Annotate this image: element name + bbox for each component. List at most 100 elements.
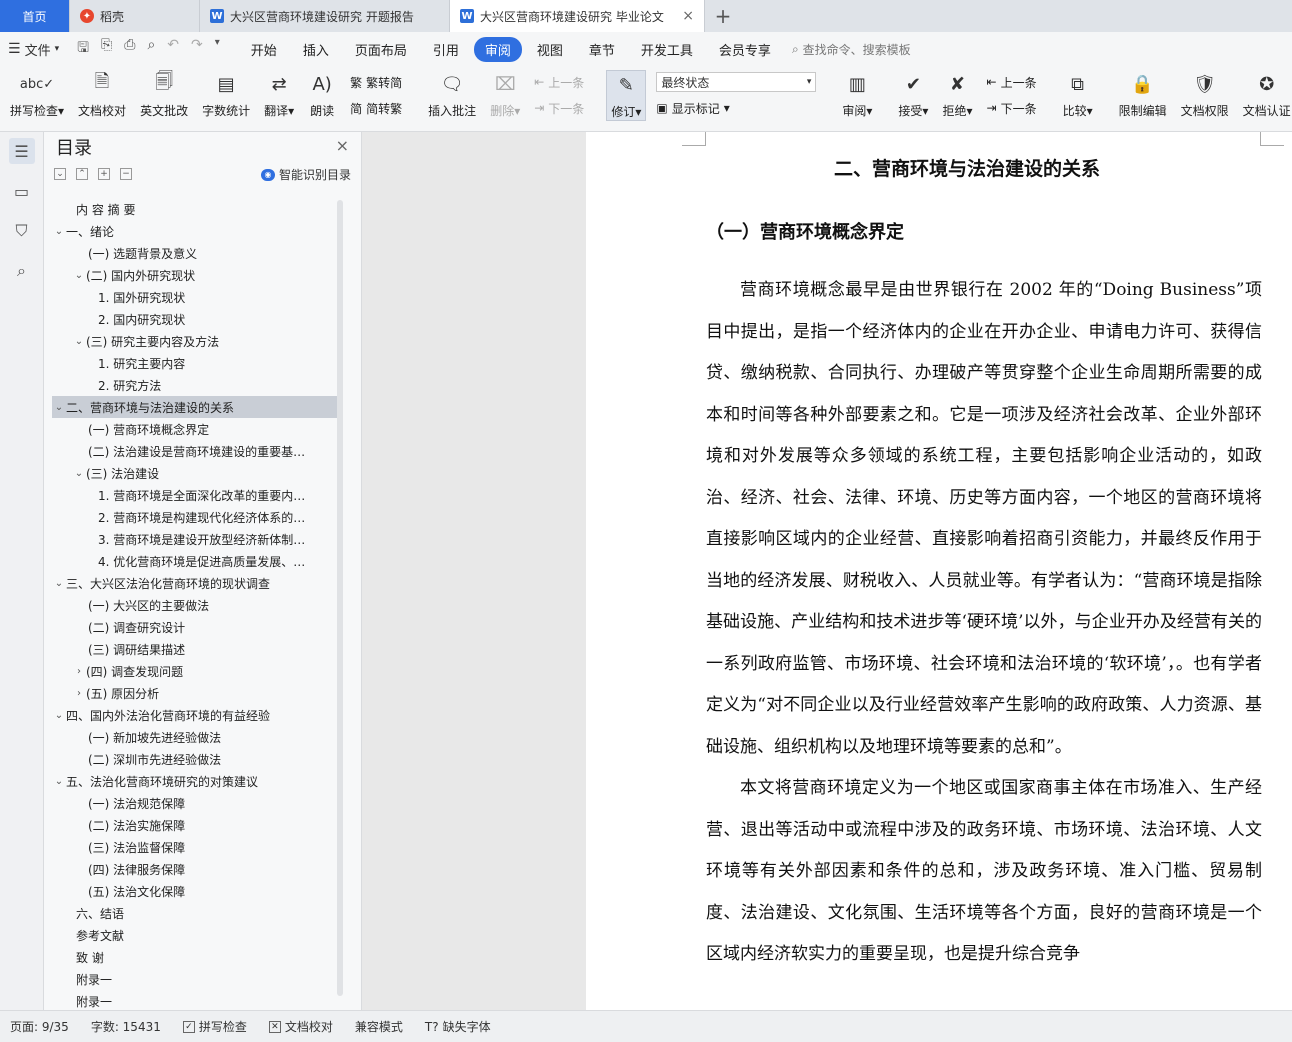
word-count-button[interactable]: ▤ 字数统计: [198, 70, 254, 119]
reject-button[interactable]: ✘ 拒绝▾: [938, 70, 976, 119]
compare-button[interactable]: ⧉ 比较▾: [1059, 70, 1097, 119]
toc-item[interactable]: ⌄ 四、国内外法治化营商环境的有益经验: [52, 704, 338, 726]
delete-comment-button[interactable]: ⌧ 删除▾: [486, 70, 524, 119]
menu-insert[interactable]: 插入: [292, 37, 340, 62]
english-review-button[interactable]: 🗐 英文批改: [136, 70, 192, 119]
menu-chapter[interactable]: 章节: [578, 37, 626, 62]
toc-item[interactable]: (二) 深圳市先进经验做法: [52, 748, 338, 770]
toc-item[interactable]: 2. 营商环境是构建现代化经济体系的…: [52, 506, 338, 528]
toc-item[interactable]: 1. 营商环境是全面深化改革的重要内…: [52, 484, 338, 506]
review-pane-button[interactable]: ▥ 审阅▾: [838, 70, 876, 119]
toc-item[interactable]: 1. 研究主要内容: [52, 352, 338, 374]
chevron-down-icon[interactable]: ⌄: [52, 402, 66, 413]
collapse-all-icon[interactable]: ⌄: [54, 168, 66, 180]
status-spell-check[interactable]: ✓ 拼写检查: [182, 1018, 247, 1035]
file-menu[interactable]: ☰ 文件 ▾: [8, 40, 59, 59]
tab-home[interactable]: 首页: [0, 0, 70, 32]
toc-item[interactable]: 六、结语: [52, 902, 338, 924]
chevron-right-icon[interactable]: ›: [72, 688, 86, 699]
print-icon[interactable]: ⎙: [124, 37, 135, 61]
toc-item[interactable]: 内 容 摘 要: [52, 198, 338, 220]
toc-item[interactable]: ⌄ 五、法治化营商环境研究的对策建议: [52, 770, 338, 792]
add-heading-icon[interactable]: +: [98, 168, 110, 180]
save-icon[interactable]: 🖫: [77, 37, 89, 61]
toc-item[interactable]: (二) 法治实施保障: [52, 814, 338, 836]
new-tab-button[interactable]: +: [705, 0, 741, 32]
toc-scrollbar[interactable]: [337, 200, 343, 996]
customize-icon[interactable]: ▾: [215, 37, 220, 61]
track-changes-button[interactable]: ✎ 修订▾: [606, 70, 647, 121]
toc-item[interactable]: (一) 法治规范保障: [52, 792, 338, 814]
close-icon[interactable]: ×: [336, 136, 349, 155]
accept-button[interactable]: ✔ 接受▾: [894, 70, 932, 119]
next-comment-button[interactable]: ⇥ 下一条: [534, 98, 584, 118]
menu-start[interactable]: 开始: [240, 37, 288, 62]
toc-item[interactable]: ⌄ (二) 国内外研究现状: [52, 264, 338, 286]
undo-icon[interactable]: ↶: [167, 37, 179, 61]
toc-item[interactable]: (一) 营商环境概念界定: [52, 418, 338, 440]
chapter-nav-icon[interactable]: ▭: [9, 178, 35, 204]
toc-item[interactable]: (三) 法治监督保障: [52, 836, 338, 858]
read-aloud-button[interactable]: A) 朗读: [304, 70, 340, 119]
tab-daoke[interactable]: ✦ 稻壳: [70, 0, 200, 32]
next-revision-button[interactable]: ⇥ 下一条: [987, 98, 1037, 118]
missing-font-button[interactable]: T? 缺失字体: [425, 1018, 491, 1035]
doc-permission-button[interactable]: 🛡 文档权限: [1177, 70, 1233, 119]
toc-item[interactable]: › (五) 原因分析: [52, 682, 338, 704]
command-search[interactable]: ⌕ 查找命令、搜索模板: [792, 41, 911, 58]
spell-check-button[interactable]: abc✓ 拼写检查▾: [6, 70, 68, 119]
toc-item[interactable]: (二) 法治建设是营商环境建设的重要基…: [52, 440, 338, 462]
tab-doc-thesis[interactable]: W 大兴区营商环境建设研究 毕业论文 ×: [450, 0, 705, 32]
toc-item[interactable]: ⌄ (三) 法治建设: [52, 462, 338, 484]
bookmark-icon[interactable]: ⛉: [9, 218, 35, 244]
chevron-right-icon[interactable]: ›: [72, 666, 86, 677]
toc-item[interactable]: 3. 营商环境是建设开放型经济新体制…: [52, 528, 338, 550]
toc-item[interactable]: › (四) 调查发现问题: [52, 660, 338, 682]
chevron-down-icon[interactable]: ⌄: [52, 776, 66, 787]
chevron-down-icon[interactable]: ⌄: [72, 270, 86, 281]
chevron-down-icon[interactable]: ⌄: [72, 468, 86, 479]
translate-button[interactable]: ⇄ 翻译▾: [260, 70, 298, 119]
menu-reference[interactable]: 引用: [422, 37, 470, 62]
toc-item[interactable]: 致 谢: [52, 946, 338, 968]
chevron-down-icon[interactable]: ⌄: [52, 226, 66, 237]
smart-toc-button[interactable]: ◉ 智能识别目录: [260, 166, 351, 183]
toc-item[interactable]: ⌄ 三、大兴区法治化营商环境的现状调查: [52, 572, 338, 594]
tab-close-icon[interactable]: ×: [674, 8, 694, 24]
toc-item[interactable]: ⌄ 二、营商环境与法治建设的关系: [52, 396, 338, 418]
toc-item[interactable]: (四) 法律服务保障: [52, 858, 338, 880]
toc-item[interactable]: (一) 选题背景及意义: [52, 242, 338, 264]
trad-to-simp-button[interactable]: 繁繁转简: [350, 72, 402, 92]
search-icon[interactable]: ⌕: [9, 258, 35, 284]
show-markup-button[interactable]: ▣ 显示标记 ▾: [656, 98, 816, 118]
toc-item[interactable]: 附录一: [52, 990, 338, 1010]
redo-icon[interactable]: ↷: [191, 37, 203, 61]
toc-item[interactable]: 参考文献: [52, 924, 338, 946]
document-page[interactable]: 二、营商环境与法治建设的关系 （一）营商环境概念界定 营商环境概念最早是由世界银…: [586, 132, 1292, 1010]
toc-item[interactable]: 2. 国内研究现状: [52, 308, 338, 330]
prev-comment-button[interactable]: ⇤ 上一条: [534, 72, 584, 92]
toc-item[interactable]: 4. 优化营商环境是促进高质量发展、…: [52, 550, 338, 572]
word-count-indicator[interactable]: 字数: 15431: [91, 1018, 161, 1035]
toc-icon[interactable]: ☰: [8, 138, 35, 164]
page-indicator[interactable]: 页面: 9/35: [10, 1018, 69, 1035]
simp-to-trad-button[interactable]: 简简转繁: [350, 98, 402, 118]
chevron-down-icon[interactable]: ⌄: [52, 710, 66, 721]
final-state-select[interactable]: 最终状态 ▾: [656, 72, 817, 92]
toc-item[interactable]: 附录一: [52, 968, 338, 990]
toc-item[interactable]: (五) 法治文化保障: [52, 880, 338, 902]
toc-item[interactable]: ⌄ (三) 研究主要内容及方法: [52, 330, 338, 352]
menu-layout[interactable]: 页面布局: [344, 37, 418, 62]
toc-item[interactable]: (一) 大兴区的主要做法: [52, 594, 338, 616]
doc-cert-button[interactable]: ✪ 文档认证: [1239, 70, 1292, 119]
remove-heading-icon[interactable]: −: [120, 168, 132, 180]
toc-item[interactable]: (一) 新加坡先进经验做法: [52, 726, 338, 748]
tab-doc-proposal[interactable]: W 大兴区营商环境建设研究 开题报告: [200, 0, 450, 32]
menu-member[interactable]: 会员专享: [708, 37, 782, 62]
export-icon[interactable]: ⎘: [101, 37, 112, 61]
menu-view[interactable]: 视图: [526, 37, 574, 62]
insert-comment-button[interactable]: 🗨 插入批注: [424, 70, 480, 119]
prev-revision-button[interactable]: ⇤ 上一条: [987, 72, 1037, 92]
restrict-edit-button[interactable]: 🔒 限制编辑: [1115, 70, 1171, 119]
chevron-down-icon[interactable]: ⌄: [72, 336, 86, 347]
